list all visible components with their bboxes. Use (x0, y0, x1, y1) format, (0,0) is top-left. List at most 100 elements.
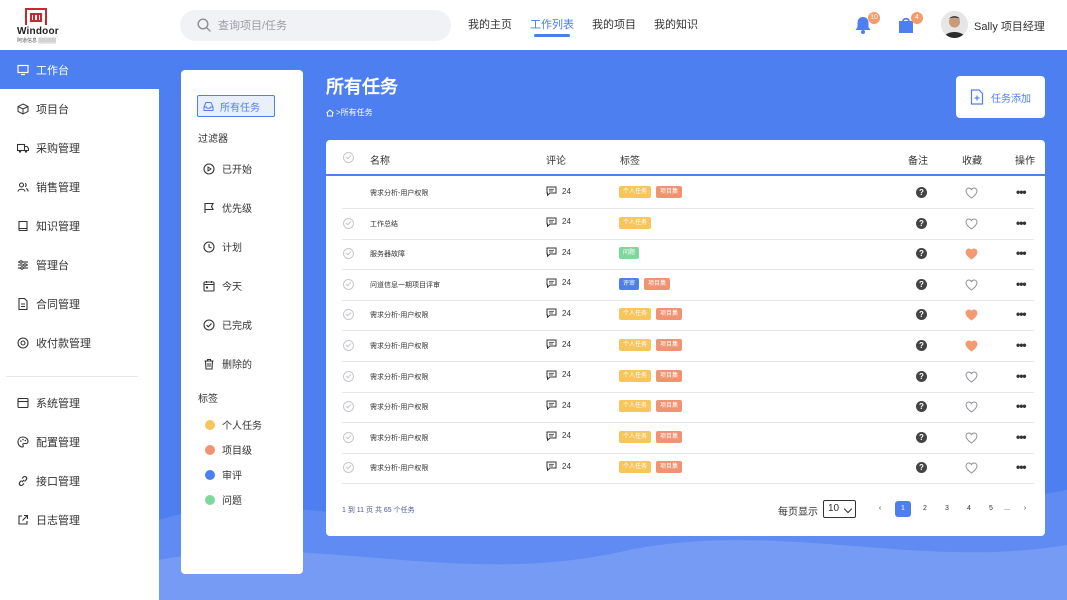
table-row[interactable]: 工作总结 24 个人任务? ••• (342, 209, 1034, 240)
comment-count[interactable]: 24 (546, 370, 571, 380)
note-help-icon[interactable]: ? (916, 340, 927, 351)
task-name[interactable]: 需求分析-用户权限 (370, 188, 428, 198)
more-actions-icon[interactable]: ••• (1016, 216, 1027, 230)
sidebar-item-payment[interactable]: 收付款管理 (0, 323, 159, 362)
note-help-icon[interactable]: ? (916, 278, 927, 290)
table-row[interactable]: 问道信息一期项目评审 24 评审 项目集? ••• (342, 270, 1034, 301)
prev-page-button[interactable]: ‹ (872, 501, 888, 517)
task-name[interactable]: 需求分析-用户权限 (370, 402, 428, 412)
task-name[interactable]: 需求分析-用户权限 (370, 372, 428, 382)
nav-task-list[interactable]: 工作列表 (530, 16, 574, 37)
row-checkbox[interactable] (343, 248, 354, 260)
row-checkbox[interactable] (343, 401, 354, 413)
header-note[interactable]: 备注 (908, 152, 928, 167)
all-tasks-button[interactable]: 所有任务 (197, 95, 275, 117)
filter-completed[interactable]: 已完成 (203, 317, 252, 332)
header-tag[interactable]: 标签 (620, 152, 640, 167)
table-row[interactable]: 需求分析-用户权限 24 个人任务 项目集? ••• (342, 331, 1034, 362)
heart-filled-icon[interactable] (965, 248, 978, 260)
more-actions-icon[interactable]: ••• (1016, 277, 1027, 291)
more-actions-icon[interactable]: ••• (1016, 430, 1027, 444)
table-row[interactable]: 需求分析-用户权限 24 个人任务 项目集? ••• (342, 178, 1034, 209)
table-row[interactable]: 服务器故障 24 问题? ••• (342, 239, 1034, 271)
sidebar-item-contract[interactable]: 合同管理 (0, 284, 159, 323)
per-page-select[interactable]: 10 (823, 500, 856, 518)
table-row[interactable]: 需求分析-用户权限 24 个人任务 项目集? ••• (342, 453, 1034, 485)
note-help-icon[interactable]: ? (916, 431, 927, 443)
sidebar-item-config[interactable]: 配置管理 (0, 422, 159, 461)
page-button-5[interactable]: 5 (983, 501, 999, 517)
heart-outline-icon[interactable] (965, 187, 978, 199)
header-name[interactable]: 名称 (370, 152, 390, 167)
heart-filled-icon[interactable] (965, 340, 978, 352)
table-row[interactable]: 需求分析-用户权限 24 个人任务 项目集? ••• (342, 392, 1034, 424)
filter-plan[interactable]: 计划 (203, 239, 242, 254)
table-row[interactable]: 需求分析-用户权限 24 个人任务 项目集? ••• (342, 423, 1034, 454)
row-checkbox[interactable] (343, 217, 354, 229)
row-checkbox[interactable] (343, 309, 354, 321)
more-actions-icon[interactable]: ••• (1016, 399, 1027, 413)
more-actions-icon[interactable]: ••• (1016, 185, 1027, 199)
note-help-icon[interactable]: ? (916, 309, 927, 321)
sidebar-item-project[interactable]: 项目台 (0, 89, 159, 128)
tag-filter-issue[interactable]: 问题 (205, 492, 242, 507)
task-name[interactable]: 服务器故障 (370, 249, 405, 259)
table-row[interactable]: 需求分析-用户权限 24 个人任务 项目集? ••• (342, 300, 1034, 332)
note-help-icon[interactable]: ? (916, 217, 927, 229)
more-actions-icon[interactable]: ••• (1016, 369, 1027, 383)
heart-outline-icon[interactable] (965, 401, 978, 413)
sidebar-item-purchase[interactable]: 采购管理 (0, 128, 159, 167)
next-page-button[interactable]: › (1017, 501, 1033, 517)
page-button-4[interactable]: 4 (961, 501, 977, 517)
sidebar-item-log[interactable]: 日志管理 (0, 500, 159, 539)
nav-my-projects[interactable]: 我的项目 (592, 16, 636, 32)
filter-started[interactable]: 已开始 (203, 161, 252, 176)
heart-outline-icon[interactable] (965, 218, 978, 230)
task-name[interactable]: 需求分析-用户权限 (370, 433, 428, 443)
logo[interactable]: Windoor 阿道信息 ▒▒▒▒▒ (17, 8, 59, 44)
comment-count[interactable]: 24 (546, 431, 571, 441)
tag-filter-project[interactable]: 项目级 (205, 442, 252, 457)
header-comment[interactable]: 评论 (546, 152, 566, 167)
add-task-button[interactable]: 任务添加 (956, 76, 1045, 118)
sidebar-item-admin[interactable]: 管理台 (0, 245, 159, 284)
home-icon[interactable] (326, 108, 334, 117)
sidebar-item-sales[interactable]: 销售管理 (0, 167, 159, 206)
task-name[interactable]: 问道信息一期项目评审 (370, 280, 440, 290)
task-name[interactable]: 需求分析-用户权限 (370, 310, 428, 320)
note-help-icon[interactable]: ? (916, 187, 927, 198)
comment-count[interactable]: 24 (546, 247, 571, 258)
tag-filter-review[interactable]: 审评 (205, 467, 242, 482)
select-all-checkbox[interactable] (343, 152, 354, 163)
row-checkbox[interactable] (343, 278, 354, 290)
tag-filter-personal[interactable]: 个人任务 (205, 417, 262, 432)
more-actions-icon[interactable]: ••• (1016, 460, 1027, 474)
page-button-1[interactable]: 1 (895, 501, 911, 517)
comment-count[interactable]: 24 (546, 461, 571, 472)
user-name[interactable]: Sally 项目经理 (974, 18, 1045, 34)
more-actions-icon[interactable]: ••• (1016, 338, 1027, 352)
sidebar-item-system[interactable]: 系统管理 (0, 383, 159, 422)
avatar[interactable] (941, 11, 968, 38)
row-checkbox[interactable] (343, 370, 354, 382)
comment-count[interactable]: 24 (546, 339, 571, 349)
comment-count[interactable]: 24 (546, 308, 571, 319)
note-help-icon[interactable]: ? (916, 462, 927, 474)
heart-filled-icon[interactable] (965, 309, 978, 322)
notification-button[interactable]: 10 (853, 12, 880, 35)
note-help-icon[interactable]: ? (916, 248, 927, 260)
header-favorite[interactable]: 收藏 (962, 152, 982, 167)
search-icon[interactable] (197, 18, 211, 32)
task-name[interactable]: 需求分析-用户权限 (370, 463, 428, 473)
heart-outline-icon[interactable] (965, 371, 978, 383)
search-input[interactable] (218, 10, 438, 41)
task-name[interactable]: 需求分析-用户权限 (370, 341, 428, 351)
comment-count[interactable]: 24 (546, 217, 571, 227)
more-actions-icon[interactable]: ••• (1016, 307, 1027, 321)
note-help-icon[interactable]: ? (916, 401, 927, 413)
heart-outline-icon[interactable] (965, 462, 978, 475)
sidebar-item-knowledge[interactable]: 知识管理 (0, 206, 159, 245)
row-checkbox[interactable] (343, 462, 354, 474)
table-row[interactable]: 需求分析-用户权限 24 个人任务 项目集? ••• (342, 362, 1034, 393)
sidebar-item-workbench[interactable]: 工作台 (0, 50, 159, 89)
